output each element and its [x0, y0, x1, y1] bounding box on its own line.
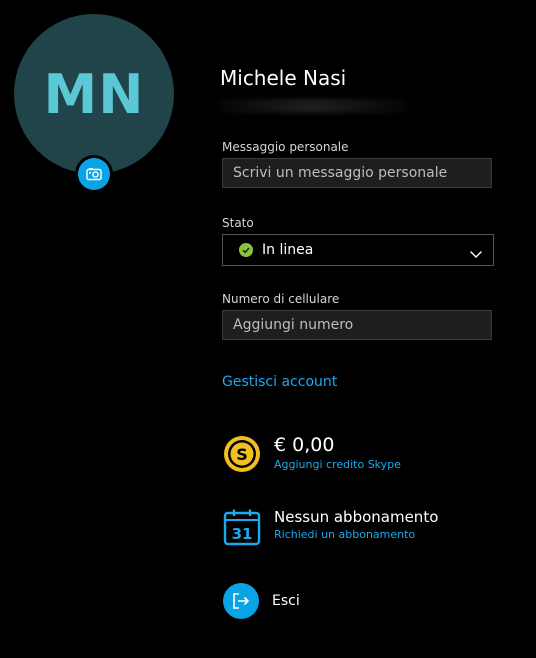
status-select[interactable]: In linea: [222, 234, 494, 266]
status-value: In linea: [262, 242, 314, 258]
credit-row: S € 0,00 Aggiungi credito Skype: [222, 434, 401, 474]
status-label: Stato: [222, 216, 254, 230]
credit-amount: € 0,00: [274, 434, 335, 456]
phone-field[interactable]: [222, 310, 492, 340]
manage-account-link[interactable]: Gestisci account: [222, 374, 337, 390]
calendar-day: 31: [232, 525, 253, 543]
subscription-title: Nessun abbonamento: [274, 508, 439, 526]
phone-input[interactable]: [233, 317, 491, 333]
signout-button[interactable]: Esci: [222, 582, 300, 620]
personal-message-input[interactable]: [233, 165, 491, 181]
sign-out-icon: [222, 582, 260, 620]
blurred-username: [220, 99, 405, 113]
avatar[interactable]: MN: [14, 14, 174, 174]
chevron-down-icon: [469, 244, 483, 263]
add-credit-link[interactable]: Aggiungi credito Skype: [274, 458, 401, 471]
personal-message-label: Messaggio personale: [222, 140, 349, 154]
phone-label: Numero di cellulare: [222, 292, 340, 306]
change-photo-button[interactable]: [75, 155, 113, 193]
online-check-icon: [239, 243, 253, 257]
camera-icon: [78, 158, 110, 190]
avatar-initials: MN: [43, 62, 145, 126]
skype-credit-icon: S: [222, 434, 262, 474]
get-subscription-link[interactable]: Richiedi un abbonamento: [274, 528, 438, 541]
calendar-icon: 31: [222, 508, 262, 548]
subscription-row: 31 Nessun abbonamento Richiedi un abbona…: [222, 508, 438, 548]
personal-message-field[interactable]: [222, 158, 492, 188]
svg-text:S: S: [236, 445, 248, 464]
profile-name: Michele Nasi: [220, 66, 347, 90]
signout-label: Esci: [272, 593, 300, 609]
